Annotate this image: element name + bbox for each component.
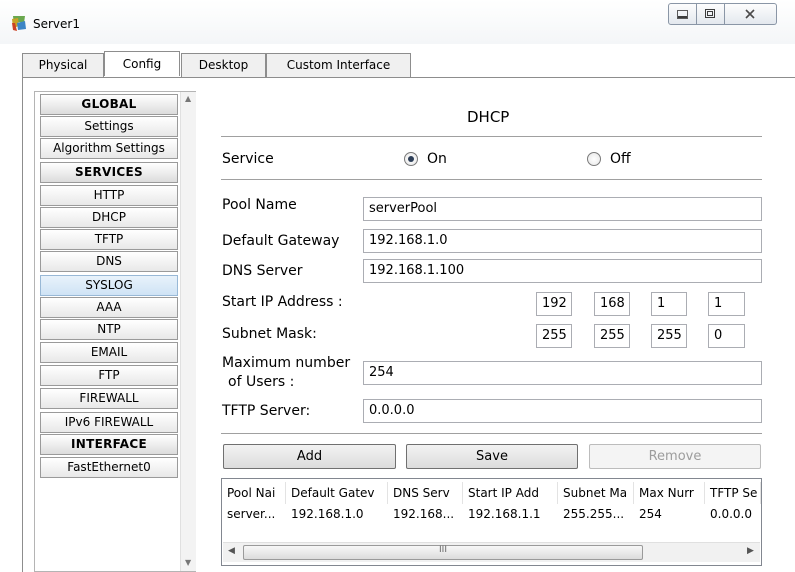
start-ip-octet-1[interactable]: 192 [536,292,572,316]
subnet-mask-octet-3[interactable]: 255 [651,324,687,348]
sidebar-item-aaa[interactable]: AAA [40,297,178,318]
tab-physical[interactable]: Physical [22,53,104,77]
dhcp-heading: DHCP [467,108,510,126]
divider [221,136,762,137]
service-on-radio[interactable] [404,152,418,166]
start-ip-octet-3[interactable]: 1 [651,292,687,316]
server-app-icon [12,16,26,31]
close-button[interactable] [725,3,777,25]
start-ip-label: Start IP Address : [222,294,343,310]
maximize-button[interactable] [697,3,725,25]
service-label: Service [222,151,274,167]
column-header-default-gateway[interactable]: Default Gatev [286,482,388,504]
divider [221,179,762,180]
scroll-left-icon[interactable]: ◀ [228,546,235,556]
tab-config[interactable]: Config [104,51,180,76]
remove-button[interactable]: Remove [589,444,761,469]
table-cell: server... [227,507,276,521]
sidebar-item-algorithm-settings[interactable]: Algorithm Settings [40,138,178,159]
sidebar-item-dns[interactable]: DNS [40,251,178,272]
sidebar-item-http[interactable]: HTTP [40,185,178,206]
column-header-dns-server[interactable]: DNS Serv [388,482,463,504]
scrollbar-grip: III [439,545,447,555]
add-button[interactable]: Add [223,444,396,469]
column-header-tftp-server[interactable]: TFTP Se [705,482,761,504]
service-off-radio[interactable] [587,152,601,166]
start-ip-octet-4[interactable]: 1 [708,292,745,316]
dns-server-label: DNS Server [222,263,303,279]
max-users-label-line1: Maximum number [222,355,351,371]
save-button[interactable]: Save [406,444,578,469]
sidebar-item-firewall[interactable]: FIREWALL [40,388,178,409]
pool-name-input[interactable]: serverPool [363,197,762,221]
service-on-label[interactable]: On [427,151,447,167]
title-bar: Server1 [0,0,795,44]
column-header-max-users[interactable]: Max Nurr [634,482,705,504]
sidebar-item-syslog[interactable]: SYSLOG [40,275,178,296]
max-users-label-line2: of Users : [228,374,295,390]
subnet-mask-octet-1[interactable]: 255 [536,324,572,348]
column-header-pool-name[interactable]: Pool Nai [222,482,286,504]
tab-bar: Physical Config Desktop Custom Interface [0,51,795,77]
service-off-label[interactable]: Off [610,151,631,167]
minimize-icon [677,10,688,19]
sidebar-item-ipv6-firewall[interactable]: IPv6 FIREWALL [40,412,178,433]
default-gateway-input[interactable]: 192.168.1.0 [363,229,762,253]
subnet-mask-label: Subnet Mask: [222,326,317,342]
scroll-right-icon[interactable]: ▶ [747,546,754,556]
dns-server-input[interactable]: 192.168.1.100 [363,259,762,283]
sidebar-item-tftp[interactable]: TFTP [40,229,178,250]
subnet-mask-octet-4[interactable]: 0 [708,324,745,348]
sidebar-item-fastethernet0[interactable]: FastEthernet0 [40,457,178,478]
sidebar-item-email[interactable]: EMAIL [40,342,178,363]
window-title: Server1 [33,17,80,31]
pool-name-label: Pool Name [222,197,297,213]
maximize-icon [705,9,715,18]
close-icon [745,9,755,19]
max-users-input[interactable]: 254 [363,361,762,385]
sidebar-header-global: GLOBAL [40,94,178,115]
table-cell: 192.168... [393,507,455,521]
scroll-down-icon[interactable]: ▼ [185,558,191,567]
app-window: Server1 Physical Config Desktop Custom I… [0,0,795,572]
subnet-mask-octet-2[interactable]: 255 [594,324,630,348]
sidebar-item-settings[interactable]: Settings [40,116,178,137]
column-header-subnet-mask[interactable]: Subnet Ma [558,482,634,504]
sidebar-item-dhcp[interactable]: DHCP [40,207,178,228]
sidebar-scrollbar[interactable]: ▲ ▼ [180,92,196,571]
sidebar-item-ftp[interactable]: FTP [40,365,178,386]
table-cell: 255.255... [563,507,625,521]
table-cell: 192.168.1.1 [468,507,541,521]
sidebar-header-services: SERVICES [40,162,178,183]
dhcp-pool-table[interactable]: Pool Nai Default Gatev DNS Serv Start IP… [221,478,762,566]
table-horizontal-scrollbar[interactable]: ◀ III ▶ [223,542,760,562]
sidebar-header-interface: INTERFACE [40,434,178,455]
tab-desktop[interactable]: Desktop [181,53,266,77]
start-ip-octet-2[interactable]: 168 [594,292,630,316]
default-gateway-label: Default Gateway [222,233,340,249]
tab-custom-interface[interactable]: Custom Interface [266,53,411,77]
tftp-server-input[interactable]: 0.0.0.0 [363,399,762,423]
table-cell: 0.0.0.0 [710,507,752,521]
minimize-button[interactable] [668,3,697,25]
divider [221,433,762,434]
scrollbar-thumb[interactable]: III [243,545,643,560]
table-cell: 192.168.1.0 [291,507,364,521]
column-header-start-ip[interactable]: Start IP Add [463,482,558,504]
table-cell: 254 [639,507,662,521]
config-sidebar: GLOBAL Settings Algorithm Settings SERVI… [34,91,196,572]
tftp-server-label: TFTP Server: [222,403,311,419]
sidebar-item-ntp[interactable]: NTP [40,319,178,340]
scroll-up-icon[interactable]: ▲ [185,94,191,103]
